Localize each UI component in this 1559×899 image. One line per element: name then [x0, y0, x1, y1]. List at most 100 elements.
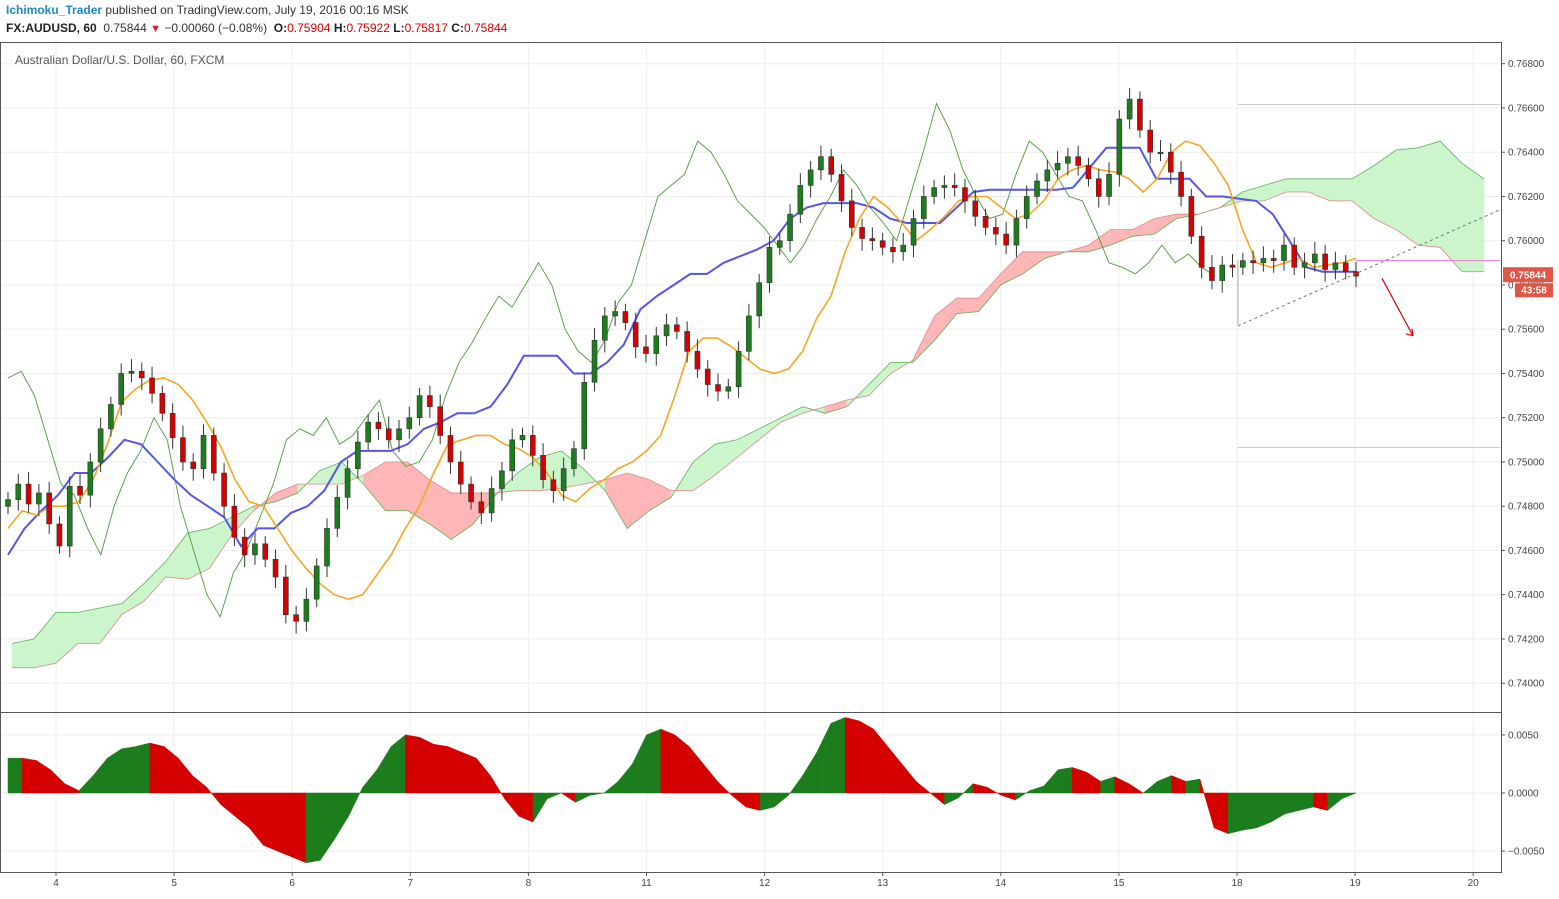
candle-body [725, 386, 732, 392]
candle-body [334, 497, 341, 529]
candle-body [118, 373, 124, 405]
candle-body [488, 488, 495, 514]
oscillator-bar [646, 728, 661, 794]
candle-body [1240, 260, 1246, 268]
countdown-tag-label: 43:58 [1521, 286, 1547, 297]
x-tick-label: 6 [289, 878, 295, 889]
candle-body [437, 406, 443, 436]
oscillator-bar [277, 792, 293, 858]
candle-body [1322, 253, 1328, 270]
candle-body [128, 370, 135, 374]
candle-body [272, 559, 279, 578]
publish-info: Ichimoku_Trader published on TradingView… [6, 3, 409, 17]
candle-body [890, 247, 896, 253]
candle-body [1312, 253, 1318, 264]
candle-body [653, 335, 660, 354]
candle-body [355, 441, 361, 469]
oscillator-bar [461, 751, 477, 794]
candle-body [704, 368, 711, 385]
candle-body [1198, 235, 1205, 268]
oscillator-bar [1185, 778, 1201, 794]
candle-body [807, 169, 814, 186]
open-label: O: [273, 21, 288, 35]
oscillator-bar [1242, 792, 1257, 831]
candle-body [406, 417, 413, 430]
candle-body [87, 461, 94, 496]
candle-body [1075, 156, 1081, 166]
low-label: L: [393, 21, 405, 35]
candle-body [993, 227, 999, 235]
publisher-link[interactable]: Ichimoku_Trader [6, 3, 102, 17]
candle-body [715, 384, 721, 392]
oscillator-bar [149, 742, 165, 794]
candle-body [1106, 174, 1112, 197]
candle-body [313, 565, 320, 600]
candle-body [211, 435, 217, 474]
candle-body [457, 461, 464, 485]
x-tick-label: 20 [1468, 878, 1480, 889]
oscillator-bar [121, 746, 136, 794]
candle-body [1270, 258, 1277, 261]
oscillator-bar [21, 757, 37, 794]
candle-body [1209, 266, 1215, 281]
candle-body [375, 421, 382, 430]
oscillator-bar [1057, 767, 1073, 794]
candle-body [1291, 244, 1298, 268]
candle-body [1023, 196, 1030, 219]
candle-body [5, 499, 11, 507]
candle-body [283, 576, 289, 615]
candle-body [962, 187, 968, 202]
candle-body [200, 435, 207, 469]
ichimoku-chart[interactable]: 0.76800 0.76600 0.76400 0.76200 0.76000 0.758… [0, 42, 1559, 899]
publish-text: published on TradingView.com, July 19, 2… [105, 3, 409, 17]
candle-body [1157, 151, 1164, 155]
candle-body [982, 216, 989, 228]
candle-body [1301, 262, 1308, 268]
oscillator-bar [844, 717, 860, 794]
candle-body [1137, 98, 1143, 131]
candle-body [1178, 171, 1184, 197]
cloud-segment [1395, 147, 1419, 246]
candle-body [643, 346, 649, 354]
candle-body [499, 470, 505, 489]
x-tick-label: 5 [171, 878, 177, 889]
candle-body [622, 311, 629, 323]
candle-body [612, 311, 618, 317]
candle-body [540, 455, 546, 480]
candle-body [138, 370, 145, 379]
candle-body [859, 227, 865, 239]
candle-body [828, 156, 835, 175]
symbol-label: FX:AUDUSD, 60 [6, 21, 97, 35]
candle-body [77, 486, 83, 496]
oscillator-bar [660, 728, 676, 794]
candle-body [1260, 258, 1267, 264]
candle-body [303, 598, 310, 622]
candle-body [427, 395, 433, 407]
candle-body [46, 492, 52, 525]
oscillator-tick-label: −0.0050 [1508, 847, 1545, 858]
cloud-segment [1285, 178, 1309, 193]
oscillator-bar [305, 792, 321, 864]
candle-body [1219, 264, 1226, 281]
candle-body [1054, 162, 1061, 171]
candle-body [159, 393, 166, 414]
candle-body [1250, 260, 1256, 264]
candle-body [663, 324, 670, 337]
y-tick-label: 0.74000 [1508, 679, 1545, 690]
candle-body [571, 448, 577, 469]
price-change: −0.00060 (−0.08%) [164, 21, 268, 35]
candle-body [756, 282, 762, 317]
y-tick-label: 0.75600 [1508, 325, 1545, 336]
x-tick-label: 12 [759, 878, 771, 889]
x-tick-label: 4 [53, 878, 59, 889]
cloud-segment [385, 461, 408, 511]
cloud-segment [1461, 162, 1485, 272]
oscillator-bar [1071, 767, 1087, 794]
candle-body [550, 479, 557, 492]
candle-body [1188, 196, 1195, 237]
candle-body [1126, 98, 1133, 120]
candle-body [1044, 169, 1051, 182]
candle-body [56, 523, 63, 547]
candle-body [241, 536, 248, 556]
candle-body [344, 468, 351, 498]
